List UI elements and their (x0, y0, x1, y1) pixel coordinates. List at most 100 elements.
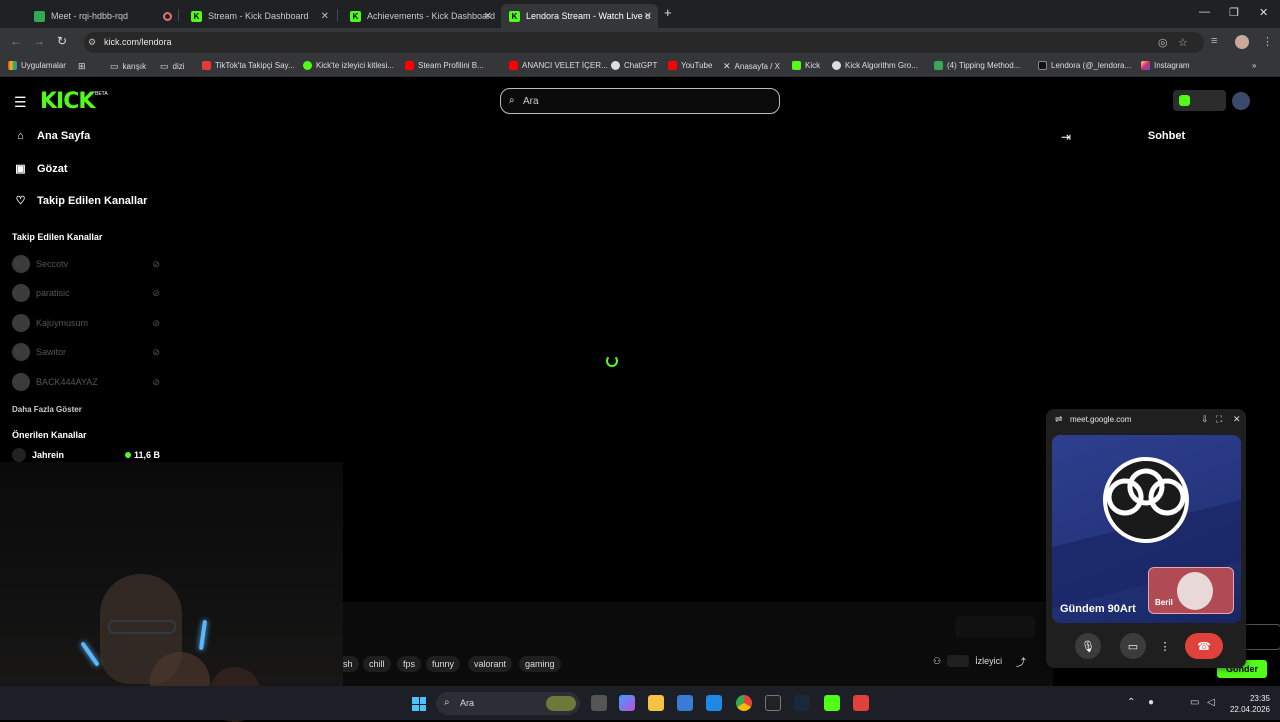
bookmark-folder[interactable]: ▭ dizi (160, 61, 185, 72)
forward-icon[interactable]: → (33, 34, 45, 48)
bookmark[interactable]: Steam Profilini B... (405, 61, 484, 70)
tray-app-icon[interactable]: ● (1148, 697, 1154, 708)
bookmark[interactable]: Kick'te izleyici kitlesi... (303, 61, 394, 70)
steam-icon[interactable] (794, 695, 810, 711)
offline-icon: ⊘ (152, 376, 160, 387)
tab-achievements[interactable]: K Achievements - Kick Dashboard ✕ (342, 4, 498, 28)
bookmark[interactable]: Instagram (1141, 61, 1190, 70)
sidebar-item-following[interactable]: ♡ Takip Edilen Kanallar (14, 194, 148, 208)
tiktok-counter-icon (202, 61, 211, 70)
hamburger-menu-icon[interactable]: ☰ (14, 94, 27, 111)
bookmark[interactable]: Lendora (@_lendora... (1038, 61, 1131, 70)
new-tab-icon[interactable]: + (664, 5, 672, 20)
bookmark[interactable]: ⊞ (78, 61, 86, 72)
kick-logo[interactable]: KICK (40, 89, 95, 114)
kick-icon (792, 61, 801, 70)
camera-icon[interactable]: ▭ (1120, 633, 1146, 659)
meet-pip-window[interactable]: ⇌ meet.google.com ⇩ ⛶ ✕ Gündem 90Art Ber… (1046, 409, 1246, 668)
tag-chip[interactable]: valorant (468, 656, 513, 672)
close-icon[interactable]: ✕ (321, 11, 329, 22)
end-call-button[interactable]: ☎ (1185, 633, 1223, 659)
mail-icon[interactable] (706, 695, 722, 711)
obs-logo-icon (1103, 457, 1189, 543)
search-highlight-icon (546, 696, 576, 711)
tipping-icon (934, 61, 943, 70)
grid-icon: ⊞ (78, 61, 86, 71)
tracking-icon[interactable]: ◎ (1158, 36, 1168, 49)
followed-channel[interactable]: paratisic ⊘ (12, 284, 162, 302)
media-icon[interactable]: ≡ (1211, 35, 1217, 47)
close-icon[interactable]: ✕ (484, 11, 492, 22)
menu-icon[interactable]: ⋮ (1262, 35, 1273, 48)
bookmark[interactable]: Uygulamalar (8, 61, 66, 70)
search-input[interactable]: ⌕ Ara (500, 88, 780, 114)
bookmark[interactable]: TikTok'ta Takipçi Say... (202, 61, 295, 70)
tab-meet[interactable]: Meet - rqi-hdbb-rqd (26, 4, 176, 28)
expand-icon[interactable]: ⛶ (1216, 414, 1222, 425)
tag-chip[interactable]: gaming (519, 656, 561, 672)
volume-icon[interactable]: ◁ (1207, 697, 1215, 708)
network-icon[interactable]: ▭ (1190, 697, 1199, 708)
tab-stream-dashboard[interactable]: K Stream - Kick Dashboard ✕ (183, 4, 335, 28)
tag-chip[interactable]: fps (397, 656, 422, 672)
bookmark[interactable]: ANANCI VELET İÇER... (509, 61, 608, 70)
task-view-icon[interactable] (591, 695, 607, 711)
followed-channel[interactable]: BACK444AYAZ ⊘ (12, 373, 162, 391)
site-info-icon[interactable]: ⚙ (88, 37, 96, 48)
chrome-icon[interactable] (736, 695, 752, 711)
bookmark[interactable]: (4) Tipping Method... (934, 61, 1020, 70)
valorant-icon[interactable] (853, 695, 869, 711)
microphone-icon[interactable]: 🎙 (1075, 633, 1101, 659)
bookmark[interactable]: Kick Algorithm Gro... (832, 61, 918, 70)
tab-lendora-stream[interactable]: K Lendora Stream - Watch Live o ✕ (501, 4, 658, 28)
profile-avatar[interactable] (1235, 35, 1249, 49)
bookmark[interactable]: ChatGPT (611, 61, 657, 70)
url-text: kick.com/lendora (104, 37, 172, 47)
tag-chip[interactable]: chill (363, 656, 391, 672)
close-icon[interactable]: ✕ (1233, 414, 1241, 425)
tray-expand-icon[interactable]: ⌃ (1127, 697, 1135, 708)
sidebar-item-home[interactable]: ⌂ Ana Sayfa (14, 130, 90, 142)
close-icon[interactable]: ✕ (644, 11, 652, 22)
bookmark[interactable]: Kick (792, 61, 820, 70)
header-action-button[interactable] (1173, 90, 1226, 111)
address-bar-row: ← → ↻ ⚙ kick.com/lendora ◎ ☆ ≡ ⋮ (0, 28, 1280, 57)
maximize-icon[interactable]: ❐ (1229, 6, 1239, 19)
clock[interactable]: 23:35 22.04.2026 (1230, 693, 1270, 715)
recommended-heading: Önerilen Kanallar (12, 430, 87, 440)
kick-app-icon[interactable] (824, 695, 840, 711)
followed-channel[interactable]: Sawitor ⊘ (12, 343, 162, 361)
tag-chip[interactable]: funny (426, 656, 461, 672)
followed-channel[interactable]: Kajuymusum ⊘ (12, 314, 162, 332)
taskbar-search[interactable]: ⌕ Ara (436, 692, 580, 715)
share-icon[interactable]: ⤴ (1016, 654, 1026, 669)
bookmark[interactable]: ✕ Anasayfa / X (723, 61, 780, 72)
bookmark-star-icon[interactable]: ☆ (1178, 36, 1188, 49)
reload-icon[interactable]: ↻ (57, 34, 67, 48)
epic-games-icon[interactable] (765, 695, 781, 711)
sidebar-item-browse[interactable]: ▣ Gözat (14, 162, 67, 176)
follow-button[interactable] (955, 616, 1035, 638)
bookmark-folder[interactable]: ▭ karışık (110, 61, 146, 72)
minimize-icon[interactable]: — (1199, 6, 1210, 18)
followed-channel[interactable]: Seccotv ⊘ (12, 255, 162, 273)
more-bookmarks-icon[interactable]: » (1252, 61, 1256, 70)
url-field[interactable]: ⚙ kick.com/lendora ◎ ☆ (84, 32, 1204, 53)
participant-tile[interactable]: Beril (1148, 567, 1234, 614)
show-more-link[interactable]: Daha Fazla Göster (12, 405, 82, 414)
store-icon[interactable] (677, 695, 693, 711)
copilot-icon[interactable] (619, 695, 635, 711)
user-avatar[interactable] (1232, 92, 1250, 110)
bookmark[interactable]: YouTube (668, 61, 712, 70)
back-to-tab-icon[interactable]: ⇩ (1201, 414, 1209, 425)
window-close-icon[interactable]: ✕ (1259, 6, 1268, 19)
live-dot-icon (124, 452, 131, 458)
file-explorer-icon[interactable] (648, 695, 664, 711)
recommended-channel[interactable]: Jahrein 11,6 B (12, 448, 162, 462)
windows-start-icon[interactable] (412, 697, 426, 711)
back-icon[interactable]: ← (10, 34, 22, 48)
site-settings-icon[interactable]: ⇌ (1055, 414, 1063, 425)
more-options-icon[interactable]: ⋮ (1157, 633, 1173, 659)
power-icon (303, 61, 312, 70)
home-icon: ⌂ (17, 130, 24, 142)
